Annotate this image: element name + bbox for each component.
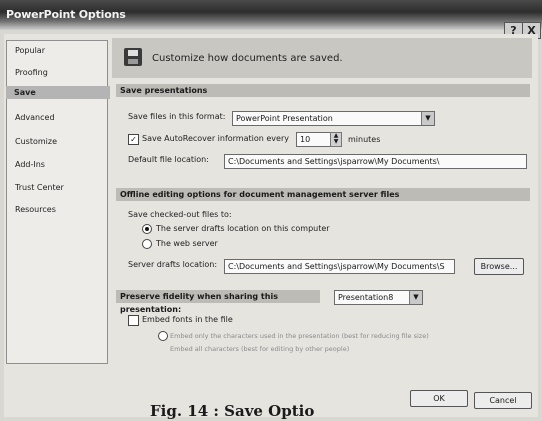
radio-web-server[interactable] [142,239,152,249]
floppy-disk-icon [124,48,142,66]
content-header: Customize how documents are saved. [112,38,532,78]
server-drafts-field[interactable]: C:\Documents and Settings\jsparrow\My Do… [224,259,455,274]
ok-button[interactable]: OK [410,390,468,407]
autorecover-label: Save AutoRecover information every [142,134,289,143]
sidebar-item-customize[interactable]: Customize [15,137,57,146]
sidebar-item-save[interactable]: Save [6,86,110,99]
radio-server-drafts[interactable] [142,224,152,234]
server-drafts-label: Server drafts location: [128,260,218,269]
default-location-label: Default file location: [128,155,209,164]
sidebar-item-trust-center[interactable]: Trust Center [15,183,64,192]
fidelity-presentation-dropdown[interactable]: Presentation8 ▼ [334,290,423,305]
sidebar: Popular Proofing Save Advanced Customize… [6,40,110,364]
radio-embed-used[interactable] [158,331,168,341]
sidebar-item-resources[interactable]: Resources [15,205,56,214]
default-location-field[interactable]: C:\Documents and Settings\jsparrow\My Do… [224,154,527,169]
sidebar-item-proofing[interactable]: Proofing [15,68,48,77]
autorecover-checkbox[interactable]: ✓ [128,134,139,145]
figure-caption: Fig. 14 : Save Optio [150,402,315,420]
header-text: Customize how documents are saved. [152,53,343,64]
embed-fonts-checkbox[interactable] [128,315,139,326]
format-label: Save files in this format: [128,112,226,121]
title-bar: PowerPoint Options [0,0,542,30]
chevron-down-icon: ▼ [409,291,422,304]
format-dropdown[interactable]: PowerPoint Presentation ▼ [232,111,435,126]
cancel-button[interactable]: Cancel [474,392,532,409]
minutes-label: minutes [348,135,381,144]
sidebar-item-popular[interactable]: Popular [15,46,45,55]
main-content: Customize how documents are saved. Save … [112,38,532,384]
section-preserve-fidelity: Preserve fidelity when sharing this pres… [116,290,320,314]
window-title: PowerPoint Options [6,8,126,21]
sidebar-item-advanced[interactable]: Advanced [15,113,55,122]
embed-all-label: Embed all characters (best for editing b… [170,345,350,353]
minutes-spinner[interactable]: ▲ ▼ [330,132,342,147]
browse-button[interactable]: Browse... [474,258,524,275]
embed-fonts-label: Embed fonts in the file [142,315,233,324]
sidebar-item-add-ins[interactable]: Add-Ins [15,160,45,169]
checked-out-label: Save checked-out files to: [128,210,232,219]
section-offline-editing: Offline editing options for document man… [116,188,530,201]
option-server-drafts-label: The server drafts location on this compu… [156,224,330,233]
autorecover-minutes-field[interactable]: 10 [296,132,331,147]
option-web-server-label: The web server [156,239,218,248]
format-value: PowerPoint Presentation [236,114,333,123]
fidelity-presentation-value: Presentation8 [338,293,394,302]
section-save-presentations: Save presentations [116,84,530,97]
embed-used-label: Embed only the characters used in the pr… [170,332,429,340]
chevron-down-icon: ▼ [421,112,434,125]
